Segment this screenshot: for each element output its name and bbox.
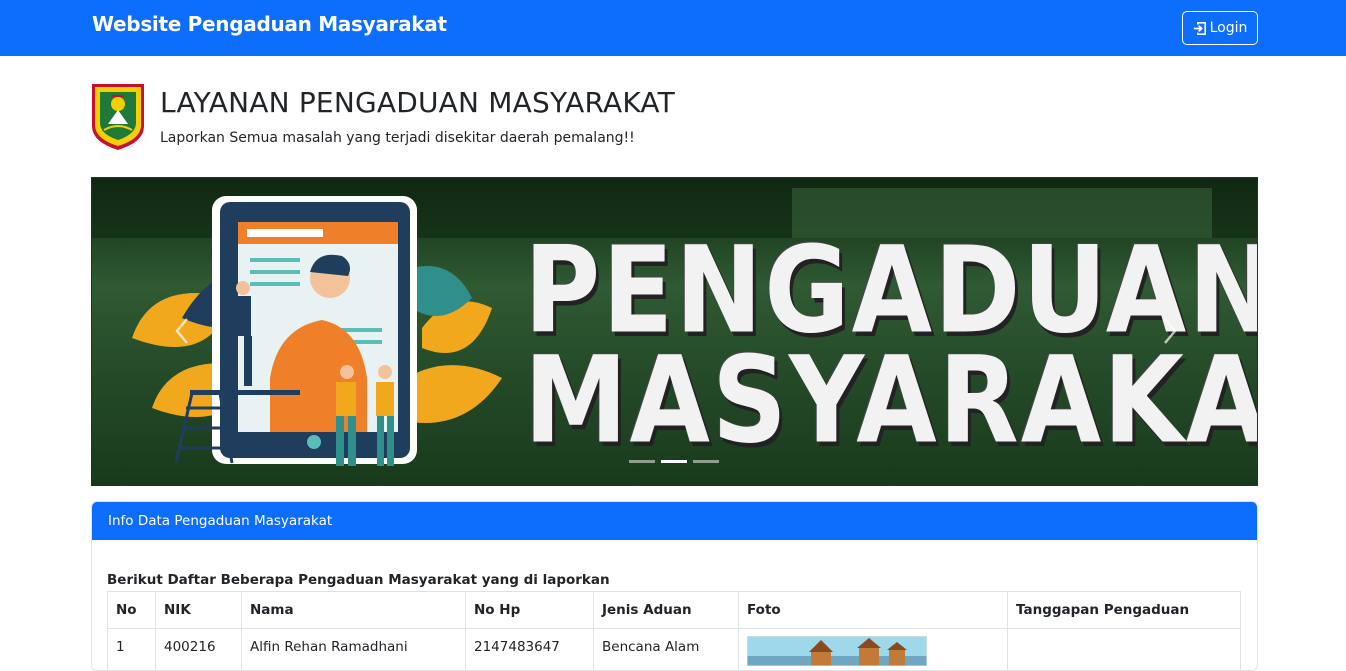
cell-tanggapan <box>1007 628 1241 670</box>
sign-in-icon <box>1193 21 1206 35</box>
complaint-photo[interactable] <box>746 635 928 667</box>
table-caption: Berikut Daftar Beberapa Pengaduan Masyar… <box>107 572 610 588</box>
cell-nik: 400216 <box>155 628 242 670</box>
carousel-prev-chevron-icon[interactable] <box>172 316 192 346</box>
col-header-no-hp: No Hp <box>465 591 594 629</box>
complaints-table: No NIK Nama No Hp Jenis Aduan Foto Tangg… <box>107 591 1241 670</box>
carousel-indicator-2[interactable] <box>661 460 687 463</box>
login-label: Login <box>1209 20 1248 36</box>
complaints-card: Info Data Pengaduan Masyarakat Berikut D… <box>91 501 1258 671</box>
col-header-jenis-aduan: Jenis Aduan <box>593 591 739 629</box>
cell-nama: Alfin Rehan Ramadhani <box>241 628 466 670</box>
table-header-row: No NIK Nama No Hp Jenis Aduan Foto Tangg… <box>107 591 1241 629</box>
col-header-nik: NIK <box>155 591 242 629</box>
cell-no-hp: 2147483647 <box>465 628 594 670</box>
page-title: LAYANAN PENGADUAN MASYARAKAT <box>160 86 675 119</box>
banner-carousel[interactable]: PENGADUAN MASYARAKAT <box>91 177 1258 486</box>
cell-foto <box>738 628 1008 670</box>
cell-no: 1 <box>107 628 156 670</box>
carousel-indicators <box>629 460 719 463</box>
col-header-tanggapan: Tanggapan Pengaduan <box>1007 591 1241 629</box>
col-header-no: No <box>107 591 156 629</box>
table-row: 1 400216 Alfin Rehan Ramadhani 214748364… <box>107 628 1241 670</box>
pemalang-emblem-logo <box>92 84 144 150</box>
navbar: Website Pengaduan Masyarakat Login <box>0 0 1346 56</box>
col-header-nama: Nama <box>241 591 466 629</box>
card-header: Info Data Pengaduan Masyarakat <box>92 502 1257 540</box>
banner-heading-line2: MASYARAKAT <box>524 330 1258 471</box>
page-subtitle: Laporkan Semua masalah yang terjadi dise… <box>160 130 635 146</box>
cell-jenis-aduan: Bencana Alam <box>593 628 739 670</box>
carousel-indicator-1[interactable] <box>629 460 655 463</box>
card-body: Berikut Daftar Beberapa Pengaduan Masyar… <box>92 572 1257 670</box>
login-button[interactable]: Login <box>1182 11 1258 45</box>
col-header-foto: Foto <box>738 591 1008 629</box>
brand-title[interactable]: Website Pengaduan Masyarakat <box>92 12 447 36</box>
carousel-indicator-3[interactable] <box>693 460 719 463</box>
carousel-next-chevron-icon[interactable] <box>1160 316 1180 346</box>
